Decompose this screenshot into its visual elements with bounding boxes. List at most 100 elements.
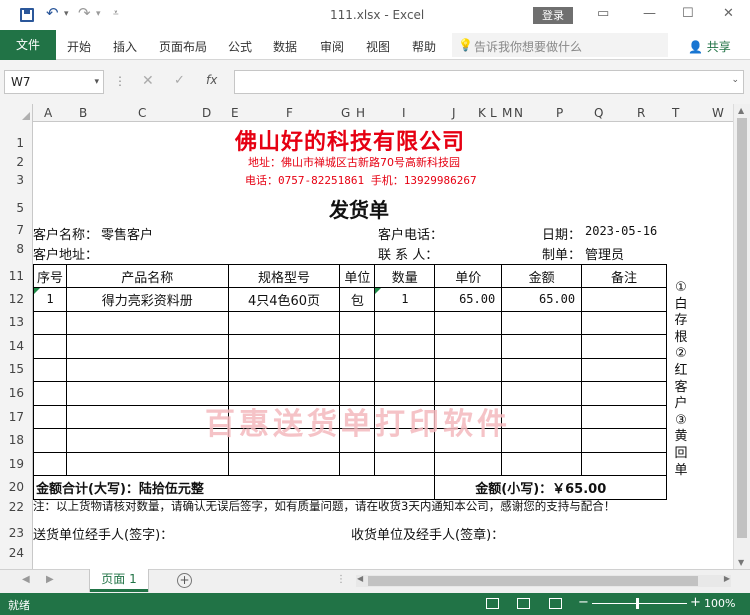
row-header[interactable]: 17	[9, 410, 24, 424]
scroll-left-icon[interactable]: ◀	[357, 574, 363, 583]
column-header[interactable]: N	[514, 106, 523, 120]
column-header[interactable]: D	[202, 106, 211, 120]
zoom-in-icon[interactable]: +	[690, 595, 701, 610]
empty-cell[interactable]	[581, 381, 667, 406]
tab-page-layout[interactable]: 页面布局	[159, 38, 207, 55]
row-header[interactable]: 2	[16, 155, 24, 169]
close-icon[interactable]: ✕	[723, 6, 734, 21]
empty-cell[interactable]	[65, 428, 229, 453]
minimize-icon[interactable]: —	[643, 6, 656, 21]
empty-cell[interactable]	[581, 428, 667, 453]
column-header[interactable]: E	[231, 106, 239, 120]
empty-cell[interactable]	[339, 357, 376, 382]
prev-sheet-icon[interactable]: ◀	[22, 574, 30, 585]
header-cell-remark[interactable]: 备注	[581, 264, 667, 288]
row-header[interactable]: 12	[9, 292, 24, 306]
column-header[interactable]: K	[478, 106, 486, 120]
row-header[interactable]: 20	[9, 480, 24, 494]
normal-view-icon[interactable]	[486, 598, 499, 609]
column-header[interactable]: G	[341, 106, 350, 120]
name-box-dropdown-icon[interactable]: ▾	[94, 71, 99, 93]
scroll-down-icon[interactable]: ▼	[738, 558, 744, 567]
empty-cell[interactable]	[581, 404, 667, 429]
customize-toolbar-icon[interactable]: ⩡	[113, 8, 119, 19]
zoom-slider-thumb[interactable]	[636, 598, 639, 609]
empty-cell[interactable]	[581, 334, 667, 359]
empty-cell[interactable]	[374, 310, 436, 335]
empty-cell[interactable]	[339, 310, 376, 335]
next-sheet-icon[interactable]: ▶	[46, 574, 54, 585]
empty-cell[interactable]	[339, 334, 376, 359]
column-header[interactable]: T	[672, 106, 679, 120]
empty-cell[interactable]	[65, 310, 229, 335]
empty-cell[interactable]	[434, 357, 503, 382]
page-layout-view-icon[interactable]	[517, 598, 530, 609]
column-header[interactable]: Q	[594, 106, 603, 120]
empty-cell[interactable]	[374, 451, 436, 476]
row-header[interactable]: 11	[9, 269, 24, 283]
zoom-level[interactable]: 100%	[704, 597, 735, 610]
item-remark[interactable]	[581, 287, 667, 312]
undo-dropdown-icon[interactable]: ▾	[64, 9, 69, 19]
ribbon-display-icon[interactable]: ▭	[597, 6, 609, 21]
undo-icon[interactable]: ↶	[46, 4, 59, 22]
empty-cell[interactable]	[434, 310, 503, 335]
expand-formula-bar-icon[interactable]: ⌄	[731, 75, 739, 85]
row-header[interactable]: 19	[9, 457, 24, 471]
header-cell-price[interactable]: 单价	[434, 264, 503, 288]
header-cell-unit[interactable]: 单位	[339, 264, 376, 288]
empty-cell[interactable]	[65, 404, 229, 429]
redo-dropdown-icon[interactable]: ▾	[96, 9, 101, 19]
empty-cell[interactable]	[581, 451, 667, 476]
column-header[interactable]: F	[286, 106, 293, 120]
column-header[interactable]: B	[79, 106, 87, 120]
zoom-out-icon[interactable]: −	[578, 595, 589, 610]
item-qty[interactable]: 1	[374, 287, 436, 312]
sheet-tab-page-1[interactable]: 页面 1	[90, 569, 148, 592]
login-button[interactable]: 登录	[533, 7, 573, 24]
row-header[interactable]: 14	[9, 339, 24, 353]
save-icon[interactable]	[20, 8, 34, 22]
select-all-corner[interactable]	[0, 104, 33, 122]
vertical-scroll-thumb[interactable]	[737, 118, 747, 538]
header-cell-amount[interactable]: 金额	[501, 264, 583, 288]
empty-cell[interactable]	[65, 451, 229, 476]
header-cell-qty[interactable]: 数量	[374, 264, 436, 288]
tab-help[interactable]: 帮助	[412, 38, 436, 55]
insert-function-icon[interactable]: fx	[206, 73, 217, 87]
vertical-scrollbar[interactable]: ▲ ▼	[733, 104, 750, 569]
tab-review[interactable]: 审阅	[320, 38, 344, 55]
tab-home[interactable]: 开始	[67, 38, 91, 55]
row-header[interactable]: 24	[9, 546, 24, 560]
column-header[interactable]: J	[452, 106, 456, 120]
tab-file[interactable]: 文件	[0, 30, 56, 60]
item-amount[interactable]: 65.00	[501, 287, 583, 312]
item-name[interactable]: 得力亮彩资料册	[65, 287, 229, 312]
column-header[interactable]: P	[556, 106, 563, 120]
column-header[interactable]: C	[138, 106, 146, 120]
page-break-view-icon[interactable]	[549, 598, 562, 609]
item-unit[interactable]: 包	[339, 287, 376, 312]
empty-cell[interactable]	[227, 334, 341, 359]
empty-cell[interactable]	[501, 357, 583, 382]
enter-icon[interactable]: ✓	[174, 73, 185, 88]
tab-data[interactable]: 数据	[273, 38, 297, 55]
header-cell-name[interactable]: 产品名称	[65, 264, 229, 288]
header-cell-spec[interactable]: 规格型号	[227, 264, 341, 288]
row-header[interactable]: 7	[16, 223, 24, 237]
empty-cell[interactable]	[227, 451, 341, 476]
empty-cell[interactable]	[374, 357, 436, 382]
cancel-icon[interactable]: ✕	[142, 73, 154, 89]
horizontal-scrollbar[interactable]: ◀ ▶	[356, 574, 731, 587]
zoom-slider[interactable]	[592, 603, 687, 604]
row-header[interactable]: 13	[9, 315, 24, 329]
empty-cell[interactable]	[33, 381, 67, 406]
column-header[interactable]: A	[44, 106, 52, 120]
item-spec[interactable]: 4只4色60页	[227, 287, 341, 312]
empty-cell[interactable]	[501, 404, 583, 429]
empty-cell[interactable]	[374, 334, 436, 359]
column-header[interactable]: I	[402, 106, 406, 120]
empty-cell[interactable]	[33, 357, 67, 382]
add-sheet-icon[interactable]: +	[177, 573, 192, 588]
empty-cell[interactable]	[33, 451, 67, 476]
